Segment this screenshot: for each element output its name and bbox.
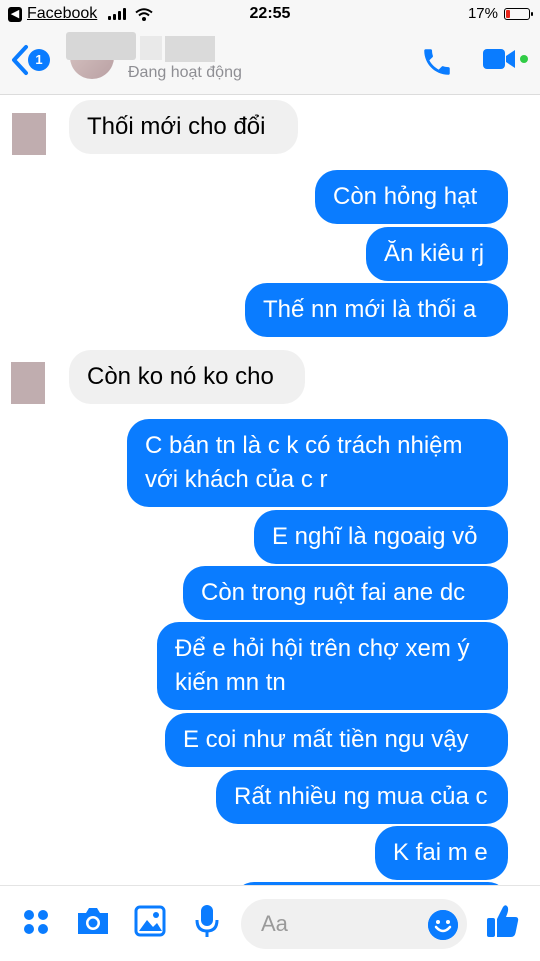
- thumbs-up-icon: [487, 905, 519, 937]
- outgoing-message[interactable]: Thế nn mới là thối a: [245, 283, 508, 337]
- contact-name-redacted-2: [140, 36, 162, 60]
- message-list[interactable]: Thối mới cho đổi Còn hỏng hạt Ăn kiêu rj Th…: [0, 95, 540, 885]
- status-bar: ◀ Facebook 22:55 17%: [0, 0, 540, 30]
- outgoing-message[interactable]: Ăn kiêu rj: [366, 227, 508, 281]
- voice-clip-button[interactable]: [195, 903, 219, 944]
- voice-call-button[interactable]: [420, 45, 454, 84]
- camera-icon: [78, 908, 108, 934]
- battery-icon: [504, 7, 533, 20]
- back-chevron-icon: [12, 45, 28, 75]
- like-button[interactable]: [486, 903, 520, 944]
- outgoing-message[interactable]: E nghĩ là ngoaig vỏ: [254, 510, 508, 564]
- outgoing-message[interactable]: C bán tn là c k có trách nhiệm với khách…: [127, 419, 508, 507]
- battery-percent: 17%: [467, 5, 498, 22]
- incoming-message[interactable]: Thối mới cho đổi: [69, 100, 298, 154]
- active-status: Đang hoạt động: [128, 64, 242, 81]
- outgoing-message[interactable]: Còn hỏng hạt: [315, 170, 508, 224]
- video-camera-icon: [483, 49, 515, 69]
- battery-level: [506, 9, 510, 18]
- contact-name-redacted[interactable]: [66, 32, 136, 60]
- video-call-button[interactable]: [482, 46, 528, 72]
- composer-bar: [0, 885, 540, 961]
- contact-name-redacted-3: [165, 36, 215, 62]
- photo-icon: [134, 905, 166, 937]
- incoming-message[interactable]: Còn ko nó ko cho: [69, 350, 305, 404]
- outgoing-message[interactable]: Để e hỏi hội trên chợ xem ý kiến mn tn: [157, 622, 508, 710]
- unread-badge: 1: [28, 49, 50, 71]
- phone-icon: [424, 49, 450, 75]
- sender-avatar[interactable]: [12, 113, 46, 155]
- emoji-button[interactable]: [428, 910, 458, 940]
- emoji-icon: [428, 910, 458, 940]
- camera-button[interactable]: [75, 905, 111, 942]
- more-actions-button[interactable]: [22, 908, 50, 941]
- microphone-icon: [195, 905, 219, 937]
- clock: 22:55: [249, 5, 291, 22]
- apps-grid-icon: [24, 910, 48, 934]
- outgoing-message[interactable]: Còn trong ruột fai ane dc: [183, 566, 508, 620]
- conversation-header: 1 Đang hoạt động: [0, 30, 540, 95]
- outgoing-message[interactable]: E coi như mất tiền ngu vậy: [165, 713, 508, 767]
- outgoing-message[interactable]: K fai m e: [375, 826, 508, 880]
- outgoing-message[interactable]: Rất nhiều ng mua của c: [216, 770, 508, 824]
- online-indicator: [520, 55, 528, 63]
- photo-button[interactable]: [134, 905, 166, 942]
- back-button[interactable]: 1: [10, 44, 50, 76]
- sender-avatar[interactable]: [11, 362, 45, 404]
